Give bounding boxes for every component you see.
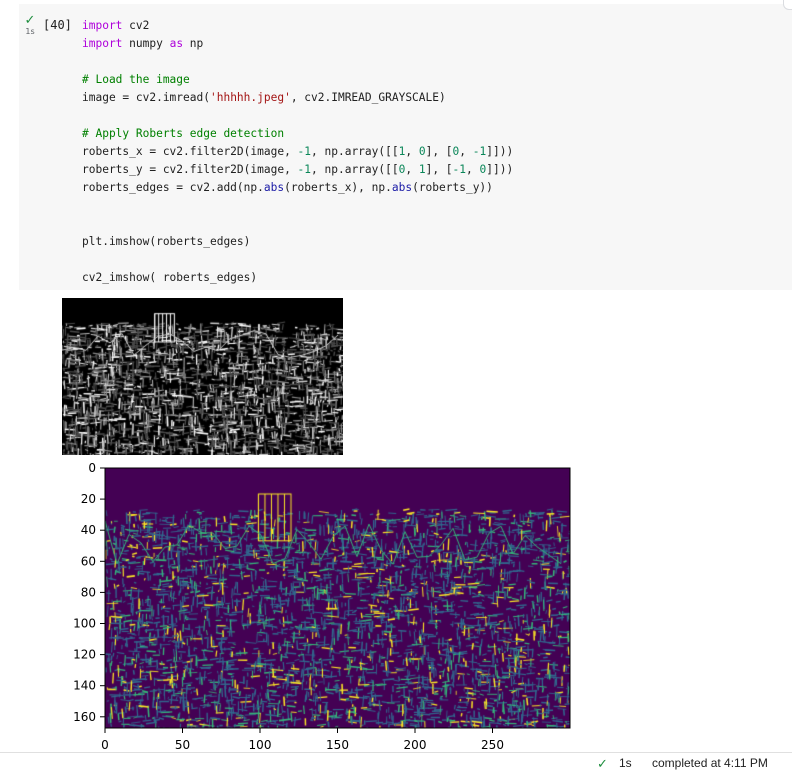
y-tick-label: 60 [81,554,96,568]
code-token: -1 [297,145,312,158]
code-token: np [183,37,204,50]
code-line: roberts_y = cv2.filter2D(image, -1, np.a… [82,161,513,179]
y-tick-label: 80 [81,585,96,599]
code-token: -1 [472,145,487,158]
status-completed-text: completed at 4:11 PM [652,756,768,770]
cell-run-status[interactable]: ✓ 1s [19,14,41,36]
code-token: roberts_y = cv2.filter2D(image, [82,163,298,176]
code-token: , np.array([[ [311,145,399,158]
x-axis: 0 50 100 150 200 250 [101,728,504,752]
code-editor[interactable]: import cv2 import numpy as np # Load the i… [82,17,513,287]
code-token: ]])) [486,163,514,176]
code-line: image = cv2.imread('hhhhh.jpeg', cv2.IMR… [82,89,513,107]
plot-svg: 0 20 40 60 80 100 120 140 160 0 50 100 150 200 250 [73,461,571,752]
y-tick-label: 40 [81,523,96,537]
code-token: , np.array([[ [311,163,399,176]
code-token: , [405,145,419,158]
code-token: import [82,37,123,50]
run-success-check-icon: ✓ [24,13,36,28]
x-tick-label: 150 [326,738,349,752]
code-token: , [466,163,480,176]
code-token: (roberts_x), np. [284,181,392,194]
code-line: # Apply Roberts edge detection [82,125,513,143]
heatmap-image [105,468,570,728]
code-token: ]])) [486,145,514,158]
code-token: ], [ [425,145,453,158]
code-token: , cv2.IMREAD_GRAYSCALE) [290,91,446,104]
y-tick-label: 160 [73,710,96,724]
status-bar: ✓ 1s completed at 4:11 PM [0,752,792,773]
code-line: # Load the image [82,71,513,89]
code-token: image = cv2.imread( [82,91,210,104]
code-line: import cv2 [82,17,513,35]
code-token: abs [391,181,413,194]
code-token: import [82,19,123,32]
x-tick-label: 100 [249,738,272,752]
code-token: cv2_imshow( roberts_edges) [82,271,258,284]
code-token: roberts_x = cv2.filter2D(image, [82,145,298,158]
code-cell[interactable]: ✓ 1s [40] import cv2 import numpy as np # … [19,0,792,290]
y-tick-label: 120 [73,648,96,662]
code-token: abs [263,181,285,194]
code-token: 0 [418,145,426,158]
execution-count: [40] [43,18,72,32]
y-tick-label: 20 [81,492,96,506]
code-token: as [169,37,184,50]
y-axis: 0 20 40 60 80 100 120 140 160 [73,461,105,724]
code-token: 1 [418,163,426,176]
code-token: 'hhhhh.jpeg' [209,91,291,104]
matplotlib-imshow-output: 0 20 40 60 80 100 120 140 160 0 50 100 150 200 250 [0,455,600,755]
cv2-imshow-output-image [62,298,343,455]
cell-run-time: 1s [25,27,35,36]
status-duration: 1s [619,756,632,770]
code-token: , [459,145,473,158]
code-token: -1 [297,163,312,176]
code-token: roberts_edges = cv2.add(np. [82,181,264,194]
x-tick-label: 50 [175,738,190,752]
cell-toolbar-tab[interactable] [783,0,792,10]
code-token: ], [ [425,163,453,176]
code-line: roberts_x = cv2.filter2D(image, -1, np.a… [82,143,513,161]
y-tick-label: 0 [88,461,96,475]
x-tick-label: 250 [481,738,504,752]
code-token: -1 [452,163,467,176]
code-token: # Apply Roberts edge detection [82,127,285,140]
y-tick-label: 100 [73,617,96,631]
status-check-icon: ✓ [597,756,608,771]
y-tick-label: 140 [73,679,96,693]
code-line: import numpy as np [82,35,513,53]
code-token: cv2 [122,19,150,32]
x-tick-label: 200 [404,738,427,752]
code-line: roberts_edges = cv2.add(np.abs(roberts_x… [82,179,513,197]
x-tick-label: 0 [101,738,109,752]
code-token: # Load the image [82,73,190,86]
code-token: , [405,163,419,176]
code-token: (roberts_y)) [412,181,493,194]
code-token: numpy [122,37,170,50]
code-token: plt.imshow(roberts_edges) [82,235,251,248]
code-line: cv2_imshow( roberts_edges) [82,269,513,287]
code-line: plt.imshow(roberts_edges) [82,233,513,251]
